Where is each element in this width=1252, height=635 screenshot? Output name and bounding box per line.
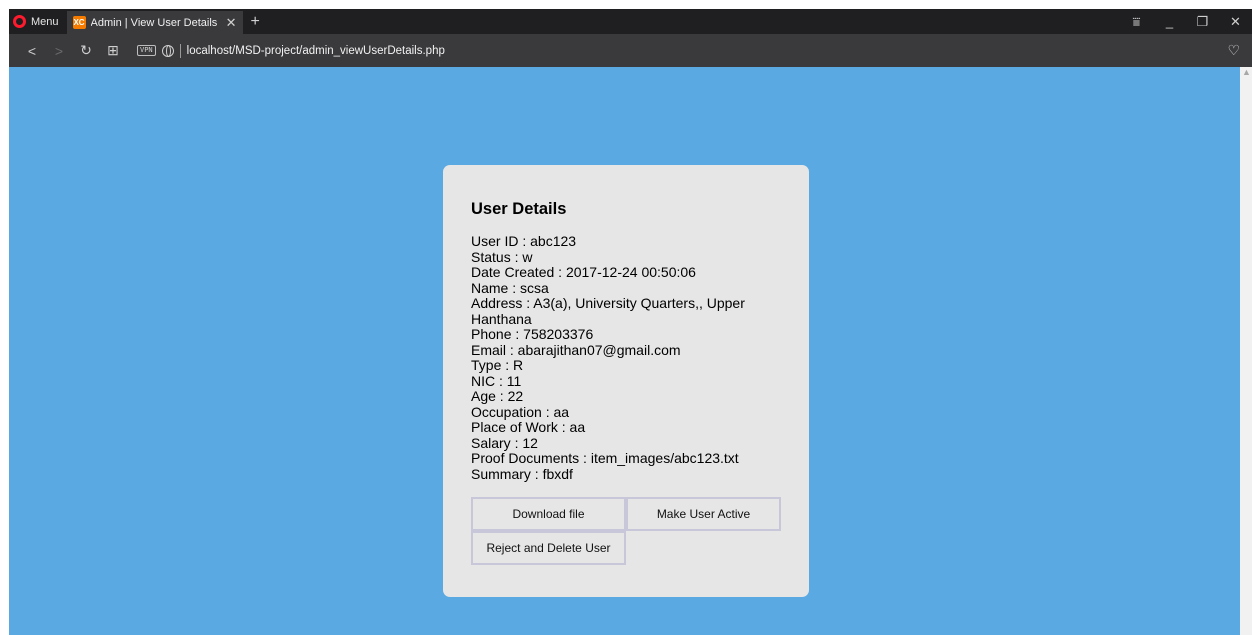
download-file-button[interactable]: Download file	[471, 497, 626, 531]
detail-age: Age : 22	[471, 388, 524, 404]
detail-nic: NIC : 11	[471, 372, 522, 389]
bookmark-heart-icon[interactable]: ♡	[1227, 42, 1240, 59]
restore-icon[interactable]: ❐	[1186, 14, 1219, 30]
detail-type: Type : R	[471, 357, 524, 373]
make-user-active-button[interactable]: Make User Active	[626, 497, 781, 531]
globe-icon	[161, 44, 174, 57]
menu-label: Menu	[31, 15, 59, 28]
new-tab-button[interactable]: +	[251, 13, 260, 31]
window-controls: ⩸ _ ❐ ✕	[1120, 14, 1252, 30]
url-text[interactable]: localhost/MSD-project/admin_viewUserDeta…	[187, 45, 445, 57]
detail-proof-documents: Proof Documents : item_images/abc123.txt	[471, 450, 739, 466]
speed-dial-icon[interactable]: ⊞	[102, 42, 124, 59]
detail-status: Status : w	[471, 248, 533, 265]
action-buttons: Download file Make User Active Reject an…	[471, 497, 781, 567]
opera-menu-button[interactable]: Menu	[9, 9, 67, 34]
forward-icon[interactable]: >	[48, 43, 70, 59]
detail-name: Name : scsa	[471, 279, 549, 296]
back-icon[interactable]: <	[21, 43, 43, 59]
detail-user-id: User ID : abc123	[471, 233, 577, 249]
opera-logo-icon	[13, 15, 26, 28]
user-details-card: User Details User ID : abc123 Status : w…	[443, 165, 809, 597]
url-field[interactable]: VPN localhost/MSD-project/admin_viewUser…	[137, 43, 445, 58]
scroll-up-arrow-icon[interactable]: ▲	[1242, 67, 1251, 77]
vertical-scrollbar[interactable]: ▲	[1240, 67, 1252, 635]
user-details-list: User ID : abc123 Status : w Date Created…	[471, 233, 789, 482]
card-title: User Details	[471, 200, 567, 218]
active-tab[interactable]: XC Admin | View User Details ✕	[66, 11, 243, 34]
browser-tab-bar: Menu XC Admin | View User Details ✕ + ⩸ …	[9, 9, 1252, 34]
reload-icon[interactable]: ↻	[75, 42, 97, 59]
minimize-icon[interactable]: _	[1153, 14, 1186, 29]
detail-summary: Summary : fbxdf	[471, 465, 573, 482]
reject-delete-user-button[interactable]: Reject and Delete User	[471, 531, 626, 565]
detail-occupation: Occupation : aa	[471, 403, 570, 420]
detail-date-created: Date Created : 2017-12-24 00:50:06	[471, 264, 696, 280]
url-separator	[179, 43, 181, 58]
detail-salary: Salary : 12	[471, 434, 538, 451]
xampp-favicon-icon: XC	[72, 16, 86, 29]
vpn-badge[interactable]: VPN	[137, 45, 156, 56]
address-bar: < > ↻ ⊞ VPN localhost/MSD-project/admin_…	[9, 34, 1252, 67]
detail-place-of-work: Place of Work : aa	[471, 419, 586, 435]
detail-address: Address : A3(a), University Quarters,, U…	[471, 295, 745, 327]
tab-title: Admin | View User Details	[90, 16, 218, 29]
tab-close-icon[interactable]: ✕	[226, 15, 237, 31]
close-window-icon[interactable]: ✕	[1219, 14, 1252, 30]
detail-email: Email : abarajithan07@gmail.com	[471, 341, 681, 358]
tab-menu-icon[interactable]: ⩸	[1120, 14, 1153, 30]
detail-phone: Phone : 758203376	[471, 326, 594, 342]
